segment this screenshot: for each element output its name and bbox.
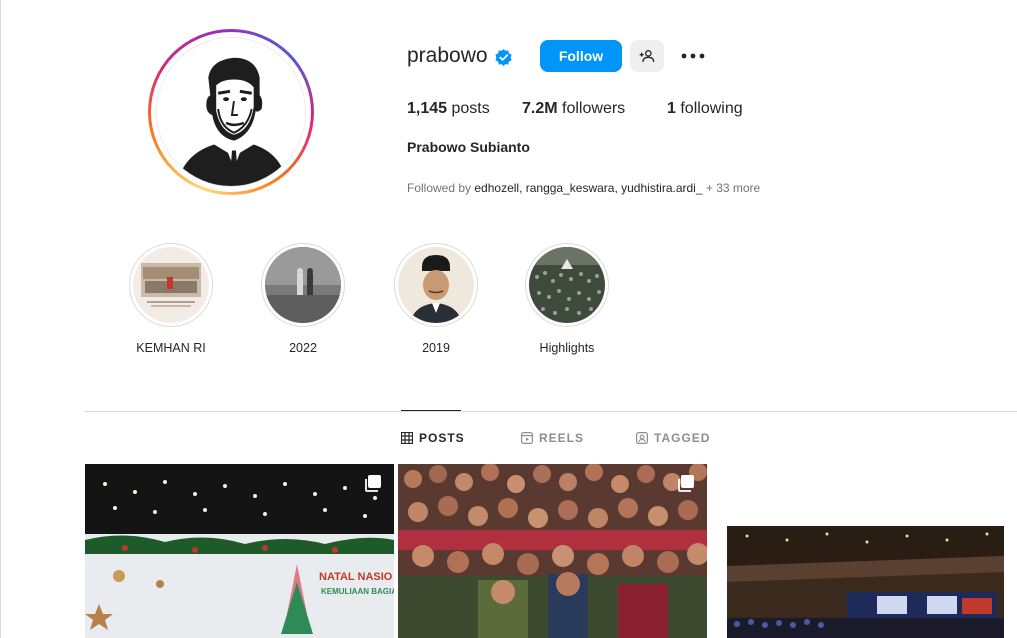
- multiple-posts-icon: [365, 475, 381, 492]
- highlight-label: 2022: [289, 341, 317, 355]
- tab-tagged[interactable]: TAGGED: [636, 431, 710, 445]
- highlight-cover: [529, 247, 605, 323]
- tab-label: POSTS: [419, 431, 465, 445]
- tabs-divider: [85, 411, 1017, 412]
- following-count-label: following: [680, 100, 743, 117]
- followed-by-link[interactable]: Followed by edhozell, rangga_keswara, yu…: [407, 181, 760, 195]
- reels-icon: [521, 432, 533, 444]
- profile-avatar[interactable]: [148, 29, 314, 195]
- followers-link[interactable]: 7.2M followers: [522, 100, 625, 118]
- followed-by-more: + 33 more: [702, 181, 761, 195]
- active-tab-indicator: [401, 410, 461, 411]
- followers-count-label: followers: [562, 100, 626, 117]
- highlight-label: Highlights: [539, 341, 595, 355]
- highlight-cover: [398, 247, 474, 323]
- posts-count-label: posts: [451, 100, 490, 117]
- following-count-value: 1: [667, 100, 676, 117]
- post-banner-subtext: KEMULIAAN BAGIA: [321, 587, 394, 596]
- highlight-2019[interactable]: 2019: [392, 243, 480, 355]
- window-edge: [0, 0, 1, 638]
- suggested-accounts-button[interactable]: [630, 40, 664, 72]
- highlight-label: 2019: [422, 341, 450, 355]
- follow-button[interactable]: Follow: [540, 40, 622, 72]
- post-tile[interactable]: NATAL NASIO KEMULIAAN BAGIA: [85, 464, 394, 638]
- post-image: [727, 526, 1004, 638]
- post-tile[interactable]: [727, 526, 1004, 638]
- highlight-cover: [265, 247, 341, 323]
- tab-posts[interactable]: POSTS: [401, 431, 465, 445]
- followed-by-names: edhozell, rangga_keswara, yudhistira.ard…: [474, 181, 703, 195]
- verified-badge-icon: [495, 48, 512, 67]
- highlight-highlights[interactable]: Highlights: [523, 243, 611, 355]
- tab-label: REELS: [539, 431, 585, 445]
- add-person-icon: [639, 50, 655, 63]
- posts-count-value: 1,145: [407, 100, 448, 117]
- highlight-label: KEMHAN RI: [136, 341, 206, 355]
- followers-count-value: 7.2M: [522, 100, 558, 117]
- grid-icon: [401, 432, 413, 444]
- post-banner-text: NATAL NASIO: [319, 571, 393, 583]
- highlight-kemhan-ri[interactable]: KEMHAN RI: [127, 243, 215, 355]
- more-options-button[interactable]: [676, 40, 710, 72]
- tagged-icon: [636, 432, 648, 444]
- following-link[interactable]: 1 following: [667, 100, 743, 118]
- highlight-cover: [133, 247, 209, 323]
- posts-count: 1,145 posts: [407, 100, 490, 118]
- tab-label: TAGGED: [654, 431, 711, 445]
- profile-full-name: Prabowo Subianto: [407, 139, 530, 155]
- more-options-icon: [681, 53, 705, 59]
- avatar-image: [156, 37, 306, 187]
- profile-username: prabowo: [407, 44, 488, 67]
- followed-by-prefix: Followed by: [407, 181, 475, 195]
- post-tile[interactable]: [398, 464, 707, 638]
- highlight-2022[interactable]: 2022: [259, 243, 347, 355]
- post-image: NATAL NASIO KEMULIAAN BAGIA: [85, 464, 394, 638]
- post-image: [398, 464, 707, 638]
- multiple-posts-icon: [678, 475, 694, 492]
- tab-reels[interactable]: REELS: [521, 431, 584, 445]
